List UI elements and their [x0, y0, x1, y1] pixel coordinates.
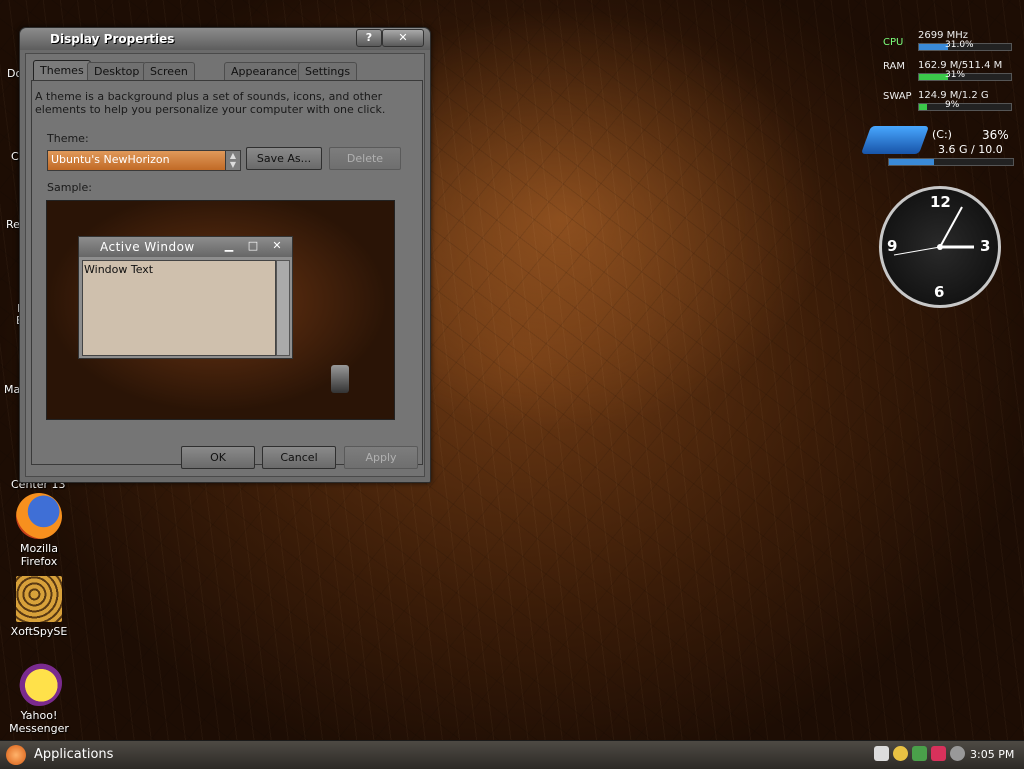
- tab-appearance[interactable]: Appearance: [224, 62, 305, 80]
- security-tray-icon[interactable]: [931, 746, 946, 761]
- sample-scrollbar: [276, 260, 290, 356]
- network-tray-icon[interactable]: [912, 746, 927, 761]
- theme-description: A theme is a background plus a set of so…: [35, 90, 386, 116]
- yahoo-messenger-icon: [16, 660, 62, 706]
- analog-clock-gadget[interactable]: 12 3 6 9: [879, 186, 1001, 308]
- recycle-bin-icon: [331, 365, 349, 393]
- drive-bar: [888, 158, 1014, 166]
- cheetah-icon: [16, 576, 62, 622]
- window-title: Display Properties: [50, 32, 175, 46]
- apply-button[interactable]: Apply: [344, 446, 418, 469]
- sample-window-title: Active Window: [100, 240, 195, 254]
- tab-settings[interactable]: Settings: [298, 62, 358, 80]
- desktop-icon-label: XoftSpySE: [10, 625, 68, 638]
- desktop-icon-yahoo-messenger[interactable]: Yahoo! Messenger: [6, 660, 72, 735]
- clock-hands-icon: [893, 206, 974, 256]
- sample-active-window: Active Window ▁ □ ✕ Window Text: [78, 236, 293, 359]
- close-icon: ✕: [272, 239, 282, 252]
- tab-themes[interactable]: Themes: [33, 60, 91, 81]
- ok-button[interactable]: OK: [181, 446, 255, 469]
- cpu-label: CPU: [883, 37, 904, 48]
- close-button[interactable]: ✕: [382, 29, 424, 47]
- ram-bar: 31%: [918, 70, 1012, 81]
- theme-sample-preview: Active Window ▁ □ ✕ Window Text: [46, 200, 395, 420]
- theme-label: Theme:: [47, 132, 89, 145]
- messenger-tray-icon[interactable]: [893, 746, 908, 761]
- sample-window-text-area: Window Text: [82, 260, 276, 356]
- hard-drive-icon: [860, 126, 930, 154]
- panel-clock[interactable]: 3:05 PM: [970, 748, 1014, 761]
- desktop-icon-label: Yahoo! Messenger: [9, 709, 69, 735]
- desktop-icon-xoftspyse[interactable]: XoftSpySE: [6, 576, 72, 638]
- window-titlebar[interactable]: Display Properties ? ✕: [20, 28, 430, 50]
- ram-label: RAM: [883, 61, 906, 72]
- maximize-icon: □: [247, 239, 259, 252]
- applications-label: Applications: [34, 747, 114, 762]
- cpu-row: CPU 2699 MHz 31.0%: [878, 28, 1012, 56]
- ram-percent: 31%: [945, 70, 966, 80]
- theme-select-value: Ubuntu's NewHorizon: [51, 153, 170, 166]
- drive-percent: 36%: [982, 128, 1009, 142]
- cpu-percent: 31.0%: [945, 40, 974, 50]
- cancel-button[interactable]: Cancel: [262, 446, 336, 469]
- cpu-bar: 31.0%: [918, 40, 1012, 51]
- volume-tray-icon[interactable]: [950, 746, 965, 761]
- tab-desktop[interactable]: Desktop: [87, 62, 147, 80]
- swap-percent: 9%: [945, 100, 960, 110]
- swap-row: SWAP 124.9 M/1.2 G 9%: [878, 88, 1012, 116]
- swap-bar: 9%: [918, 100, 1012, 111]
- drive-gadget: (C:) 36% 3.6 G / 10.0 G: [860, 126, 1014, 170]
- display-properties-window: Display Properties ? ✕ Themes Desktop Sc…: [19, 27, 431, 483]
- tab-screen-saver[interactable]: Screen Saver: [143, 62, 195, 95]
- help-button[interactable]: ?: [356, 29, 382, 47]
- sample-window-titlebar: Active Window ▁ □ ✕: [79, 237, 292, 257]
- minimize-icon: ▁: [224, 239, 234, 252]
- ubuntu-logo-icon: [6, 745, 26, 765]
- delete-button[interactable]: Delete: [329, 147, 401, 170]
- firefox-icon: [16, 493, 62, 539]
- ram-row: RAM 162.9 M/511.4 M 31%: [878, 58, 1012, 86]
- theme-spin-icon[interactable]: ▲ ▼: [225, 150, 241, 171]
- bottom-panel: Applications 3:05 PM: [0, 740, 1024, 769]
- desktop-icon-label: Mozilla Firefox: [20, 542, 58, 568]
- sample-window-text: Window Text: [84, 263, 154, 276]
- save-as-button[interactable]: Save As...: [246, 147, 322, 170]
- sample-label: Sample:: [47, 181, 92, 194]
- theme-select[interactable]: Ubuntu's NewHorizon: [47, 150, 240, 171]
- swap-label: SWAP: [883, 91, 912, 102]
- desktop-icon-firefox[interactable]: Mozilla Firefox: [6, 493, 72, 568]
- tray-app-icon[interactable]: [874, 746, 889, 761]
- drive-label: (C:): [932, 128, 952, 141]
